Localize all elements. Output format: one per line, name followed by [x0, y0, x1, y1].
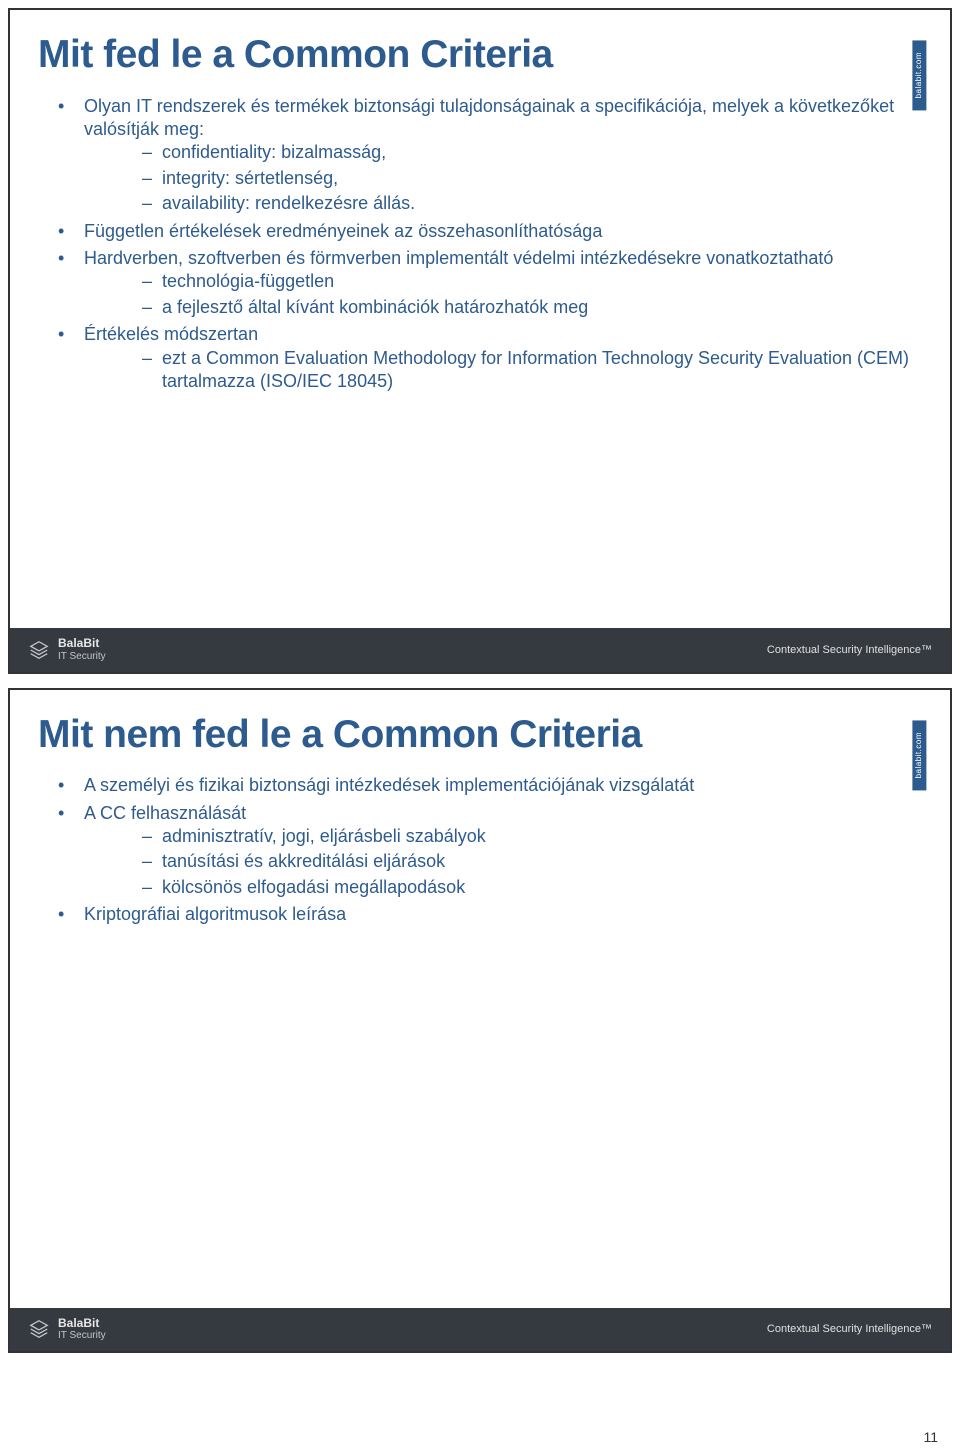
list-item: Kriptográfiai algoritmusok leírása	[38, 903, 922, 926]
list-item: confidentiality: bizalmasság,	[84, 141, 922, 164]
footer-tagline: Contextual Security Intelligence™	[767, 1322, 932, 1336]
sublist: ezt a Common Evaluation Methodology for …	[84, 347, 922, 394]
bullet-text: Értékelés módszertan	[84, 324, 258, 344]
bullet-text: a fejlesztő által kívánt kombinációk hat…	[162, 297, 588, 317]
bullet-text: tanúsítási és akkreditálási eljárások	[162, 851, 445, 871]
bullet-text: adminisztratív, jogi, eljárásbeli szabál…	[162, 826, 486, 846]
brand: BalaBit IT Security	[28, 637, 106, 663]
list-item: technológia-független	[84, 270, 922, 293]
brand: BalaBit IT Security	[28, 1317, 106, 1343]
sublist: technológia-független a fejlesztő által …	[84, 270, 922, 319]
list-item: Hardverben, szoftverben és förmverben im…	[38, 247, 922, 319]
logo-icon	[28, 639, 50, 661]
sublist: adminisztratív, jogi, eljárásbeli szabál…	[84, 825, 922, 899]
bullet-text: Olyan IT rendszerek és termékek biztonsá…	[84, 96, 894, 139]
bullet-text: integrity: sértetlenség,	[162, 168, 338, 188]
slide-footer: BalaBit IT Security Contextual Security …	[10, 628, 950, 672]
bullet-list: Olyan IT rendszerek és termékek biztonsá…	[38, 95, 922, 394]
brand-text: BalaBit IT Security	[58, 637, 106, 663]
sublist: confidentiality: bizalmasság, integrity:…	[84, 141, 922, 215]
list-item: a fejlesztő által kívánt kombinációk hat…	[84, 296, 922, 319]
list-item: A CC felhasználását adminisztratív, jogi…	[38, 802, 922, 900]
slide-body: balabit.com Mit nem fed le a Common Crit…	[10, 690, 950, 1308]
list-item: Olyan IT rendszerek és termékek biztonsá…	[38, 95, 922, 216]
bullet-text: technológia-független	[162, 271, 334, 291]
list-item: Független értékelések eredményeinek az ö…	[38, 220, 922, 243]
footer-tagline: Contextual Security Intelligence™	[767, 643, 932, 657]
slide-footer: BalaBit IT Security Contextual Security …	[10, 1308, 950, 1352]
list-item: kölcsönös elfogadási megállapodások	[84, 876, 922, 899]
list-item: A személyi és fizikai biztonsági intézke…	[38, 774, 922, 797]
logo-icon	[28, 1318, 50, 1340]
list-item: tanúsítási és akkreditálási eljárások	[84, 850, 922, 873]
brand-name: BalaBit	[58, 1317, 106, 1330]
bullet-text: confidentiality: bizalmasság,	[162, 142, 386, 162]
bullet-text: Hardverben, szoftverben és förmverben im…	[84, 248, 833, 268]
list-item: ezt a Common Evaluation Methodology for …	[84, 347, 922, 394]
list-item: availability: rendelkezésre állás.	[84, 192, 922, 215]
brand-text: BalaBit IT Security	[58, 1317, 106, 1343]
slide-body: balabit.com Mit fed le a Common Criteria…	[10, 10, 950, 628]
slide-1: balabit.com Mit fed le a Common Criteria…	[8, 8, 952, 674]
brand-sub: IT Security	[58, 650, 106, 663]
bullet-text: availability: rendelkezésre állás.	[162, 193, 415, 213]
bullet-text: Kriptográfiai algoritmusok leírása	[84, 904, 346, 924]
list-item: integrity: sértetlenség,	[84, 167, 922, 190]
bullet-text: A CC felhasználását	[84, 803, 246, 823]
list-item: Értékelés módszertan ezt a Common Evalua…	[38, 323, 922, 393]
bullet-text: A személyi és fizikai biztonsági intézke…	[84, 775, 694, 795]
brand-sub: IT Security	[58, 1329, 106, 1342]
page-number: 11	[923, 1428, 938, 1446]
slide-2: balabit.com Mit nem fed le a Common Crit…	[8, 688, 952, 1354]
bullet-text: kölcsönös elfogadási megállapodások	[162, 877, 465, 897]
brand-name: BalaBit	[58, 637, 106, 650]
slide-title: Mit nem fed le a Common Criteria	[38, 710, 922, 761]
bullet-text: ezt a Common Evaluation Methodology for …	[162, 348, 909, 391]
bullet-text: Független értékelések eredményeinek az ö…	[84, 221, 602, 241]
list-item: adminisztratív, jogi, eljárásbeli szabál…	[84, 825, 922, 848]
slide-title: Mit fed le a Common Criteria	[38, 30, 922, 81]
bullet-list: A személyi és fizikai biztonsági intézke…	[38, 774, 922, 926]
